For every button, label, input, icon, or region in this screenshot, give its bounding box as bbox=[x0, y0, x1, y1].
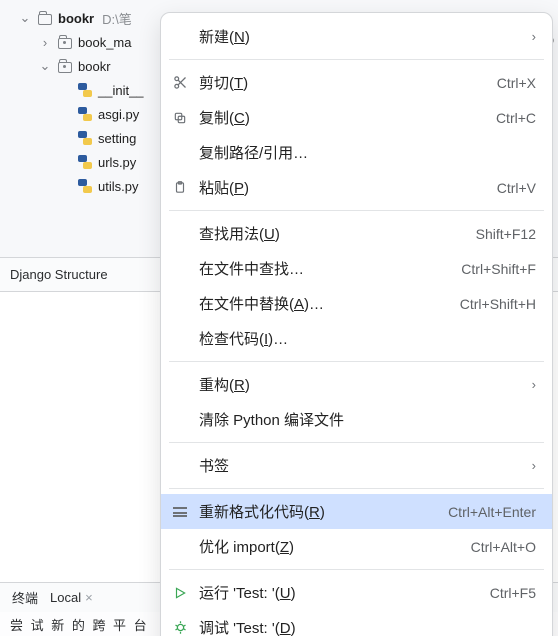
python-file-icon bbox=[76, 83, 94, 97]
chevron-down-icon: ⌄ bbox=[18, 10, 32, 26]
tree-file-label: __init__ bbox=[98, 83, 144, 98]
menu-item[interactable]: 在文件中替换(A)… Ctrl+Shift+H bbox=[161, 286, 552, 321]
menu-item-label: 清除 Python 编译文件 bbox=[199, 409, 344, 430]
lines-icon bbox=[171, 507, 189, 517]
menu-item[interactable]: 优化 import(Z) Ctrl+Alt+O bbox=[161, 529, 552, 564]
scissors-icon bbox=[171, 75, 189, 90]
terminal-session-tab[interactable]: Local × bbox=[50, 590, 93, 605]
menu-item[interactable]: 复制(C) Ctrl+C bbox=[161, 100, 552, 135]
menu-item-label: 优化 import(Z) bbox=[199, 536, 294, 557]
chevron-right-icon: › bbox=[532, 29, 536, 44]
folder-icon bbox=[56, 60, 74, 73]
menu-item[interactable]: 重构(R) › bbox=[161, 367, 552, 402]
tree-root-path: D:\笔 bbox=[102, 9, 132, 28]
menu-item[interactable]: 运行 'Test: '(U) Ctrl+F5 bbox=[161, 575, 552, 610]
menu-item[interactable]: 检查代码(I)… bbox=[161, 321, 552, 356]
python-file-icon bbox=[76, 155, 94, 169]
context-menu: 新建(N) › 剪切(T) Ctrl+X 复制(C) Ctrl+C 复制路径/引用… 粘贴(P… bbox=[160, 12, 553, 636]
tree-folder-label: bookr bbox=[78, 59, 111, 74]
chevron-right-icon: › bbox=[38, 35, 52, 50]
menu-shortcut: Ctrl+V bbox=[497, 180, 536, 196]
bug-icon bbox=[171, 620, 189, 635]
menu-item[interactable]: 剪切(T) Ctrl+X bbox=[161, 65, 552, 100]
menu-item[interactable]: 查找用法(U) Shift+F12 bbox=[161, 216, 552, 251]
menu-item-label: 粘贴(P) bbox=[199, 177, 249, 198]
menu-item[interactable]: 重新格式化代码(R) Ctrl+Alt+Enter bbox=[161, 494, 552, 529]
menu-item-label: 书签 bbox=[199, 455, 229, 476]
menu-shortcut: Ctrl+Shift+H bbox=[460, 296, 536, 312]
terminal-tab-label: 终端 bbox=[12, 588, 38, 607]
tree-file-label: setting bbox=[98, 131, 136, 146]
python-file-icon bbox=[76, 131, 94, 145]
menu-item-label: 在文件中替换(A)… bbox=[199, 293, 324, 314]
menu-item-label: 复制路径/引用… bbox=[199, 142, 308, 163]
menu-item[interactable]: 书签 › bbox=[161, 448, 552, 483]
python-file-icon bbox=[76, 179, 94, 193]
terminal-session-label: Local bbox=[50, 590, 81, 605]
menu-item-label: 运行 'Test: '(U) bbox=[199, 582, 296, 603]
menu-shortcut: Ctrl+F5 bbox=[490, 585, 536, 601]
menu-item-label: 剪切(T) bbox=[199, 72, 248, 93]
chevron-right-icon: › bbox=[532, 458, 536, 473]
menu-item-label: 检查代码(I)… bbox=[199, 328, 288, 349]
copy-icon bbox=[171, 111, 189, 125]
menu-item-label: 重构(R) bbox=[199, 374, 250, 395]
tree-file-label: asgi.py bbox=[98, 107, 139, 122]
panel-title: Django Structure bbox=[10, 267, 108, 282]
menu-item-label: 复制(C) bbox=[199, 107, 250, 128]
menu-item-label: 调试 'Test: '(D) bbox=[199, 617, 296, 636]
menu-item[interactable]: 粘贴(P) Ctrl+V bbox=[161, 170, 552, 205]
chevron-right-icon: › bbox=[532, 377, 536, 392]
play-icon bbox=[171, 586, 189, 600]
menu-item-label: 重新格式化代码(R) bbox=[199, 501, 325, 522]
menu-item[interactable]: 复制路径/引用… bbox=[161, 135, 552, 170]
folder-icon bbox=[56, 36, 74, 49]
terminal-tab[interactable]: 终端 bbox=[12, 588, 38, 607]
menu-item-label: 在文件中查找… bbox=[199, 258, 304, 279]
python-file-icon bbox=[76, 107, 94, 121]
app-root: ⌄ bookr D:\笔 › book_ma ⌄ bookr __init__ … bbox=[0, 0, 558, 636]
menu-item[interactable]: 调试 'Test: '(D) bbox=[161, 610, 552, 636]
menu-shortcut: Ctrl+X bbox=[497, 75, 536, 91]
menu-item-label: 新建(N) bbox=[199, 26, 250, 47]
menu-item[interactable]: 在文件中查找… Ctrl+Shift+F bbox=[161, 251, 552, 286]
menu-shortcut: Ctrl+C bbox=[496, 110, 536, 126]
status-text: 尝 试 新 的 跨 平 台 bbox=[10, 615, 149, 634]
menu-item[interactable]: 新建(N) › bbox=[161, 19, 552, 54]
menu-shortcut: Ctrl+Alt+Enter bbox=[448, 504, 536, 520]
chevron-down-icon: ⌄ bbox=[38, 58, 52, 74]
menu-item[interactable]: 清除 Python 编译文件 bbox=[161, 402, 552, 437]
menu-shortcut: Ctrl+Alt+O bbox=[471, 539, 536, 555]
folder-icon bbox=[36, 12, 54, 25]
tree-root-label: bookr bbox=[58, 11, 94, 26]
menu-item-label: 查找用法(U) bbox=[199, 223, 280, 244]
clipboard-icon bbox=[171, 180, 189, 195]
tree-file-label: utils.py bbox=[98, 179, 138, 194]
tree-folder-label: book_ma bbox=[78, 35, 131, 50]
close-icon[interactable]: × bbox=[85, 590, 93, 605]
menu-shortcut: Shift+F12 bbox=[476, 226, 536, 242]
menu-shortcut: Ctrl+Shift+F bbox=[461, 261, 536, 277]
tree-file-label: urls.py bbox=[98, 155, 136, 170]
